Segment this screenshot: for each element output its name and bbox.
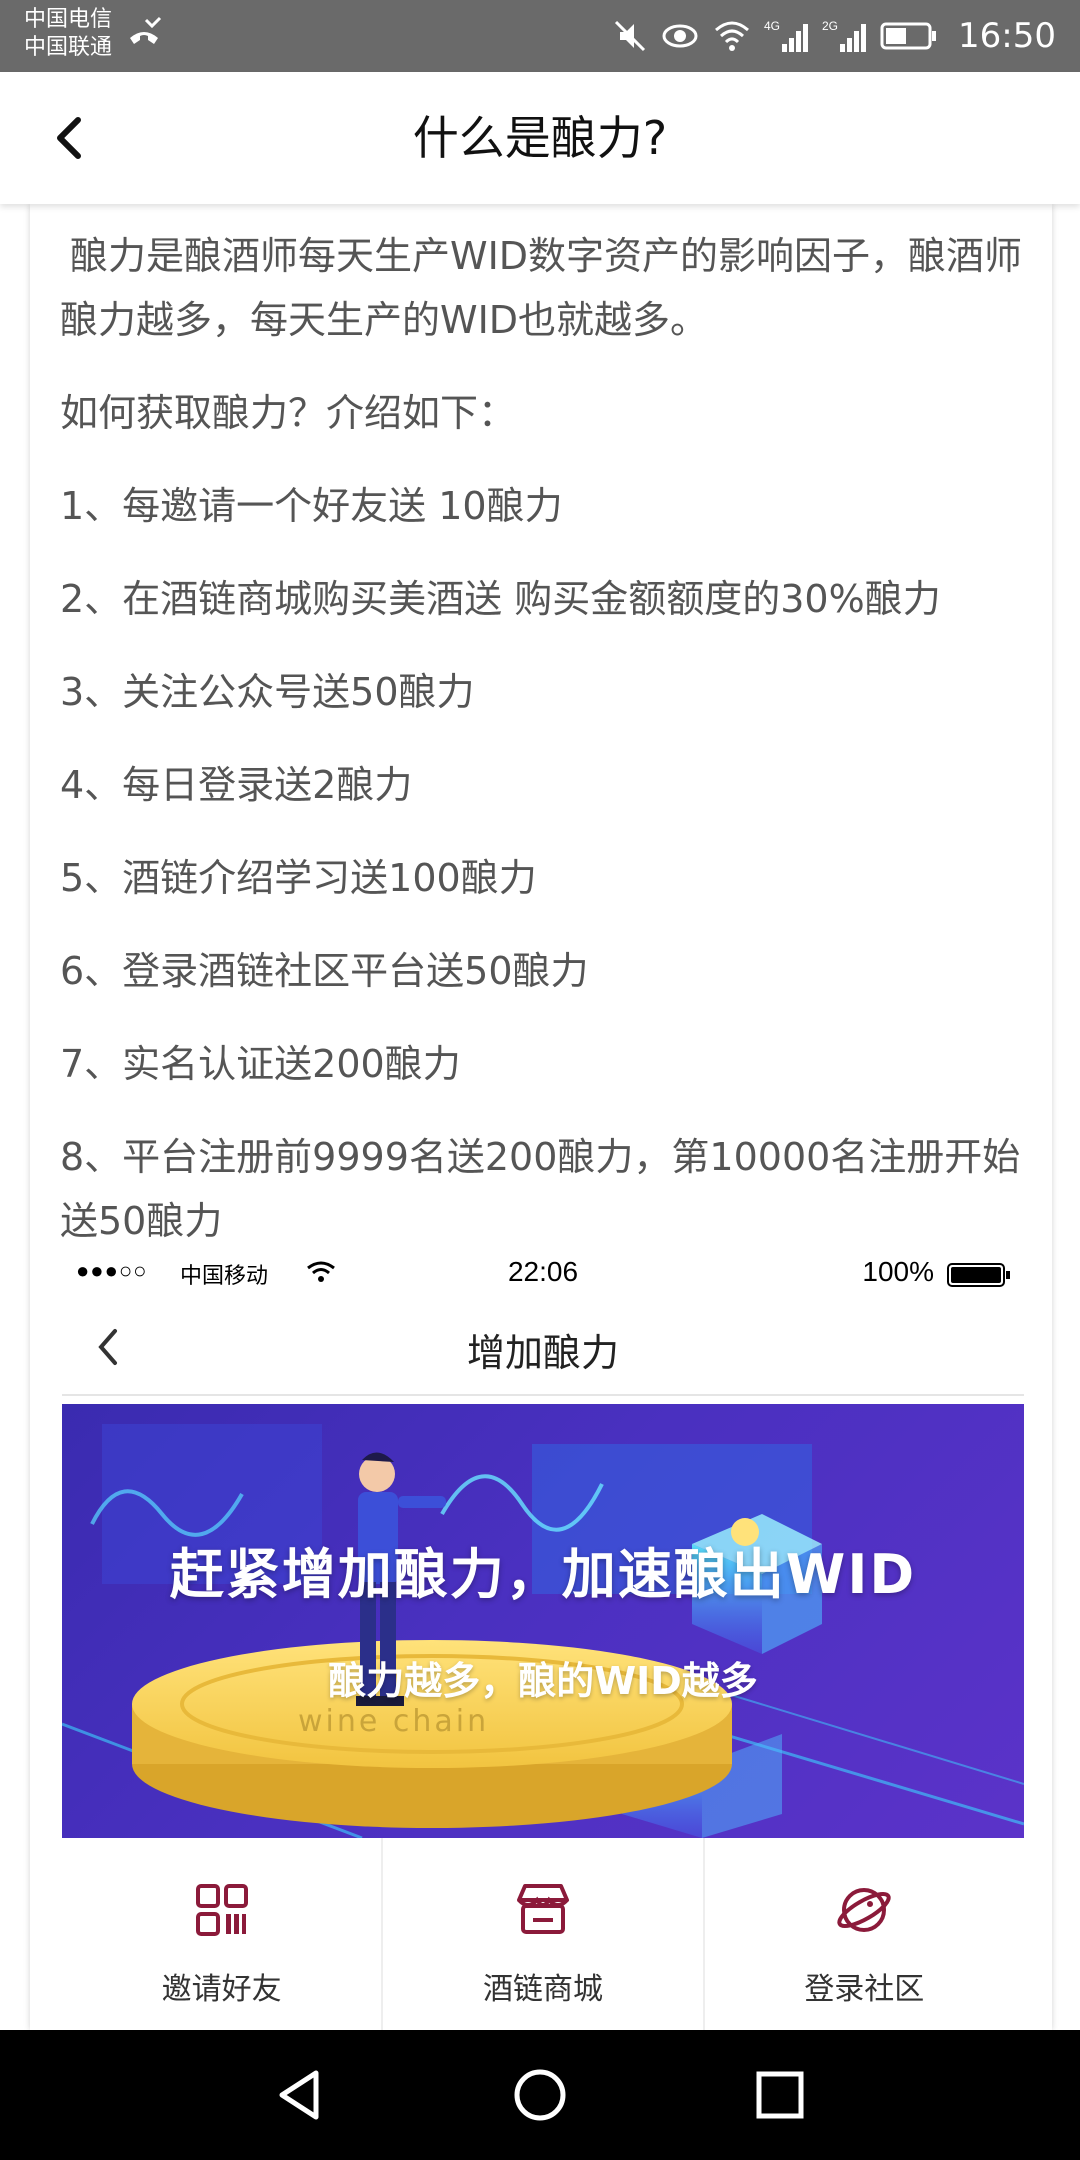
system-nav-bar — [0, 2030, 1080, 2160]
list-item: 4、每日登录送2酿力 — [60, 763, 413, 807]
banner-illustration — [62, 1424, 1024, 1838]
list-item: 3、关注公众号送50酿力 — [60, 670, 475, 714]
invite-friends-action: 邀请好友 — [62, 1838, 384, 2030]
banner-headline: 赶紧增加酿力，加速酿出WID — [169, 1543, 917, 1606]
wine-store-action: 酒链商城 — [383, 1838, 705, 2030]
wifi-icon — [715, 21, 750, 51]
nav-recents-button[interactable] — [740, 2055, 820, 2135]
svg-text:2G: 2G — [822, 19, 838, 33]
signal-4g-icon: 4G — [764, 19, 809, 52]
nav-back-button[interactable] — [260, 2055, 340, 2135]
mute-icon — [614, 20, 646, 52]
list-item: 5、酒链介绍学习送100酿力 — [60, 856, 537, 900]
call-status-icon — [130, 16, 162, 44]
status-bar: 中国电信 中国联通 4G 2G 16:50 — [0, 0, 1080, 72]
list-item: 7、实名认证送200酿力 — [60, 1042, 461, 1086]
content-card: 酿力是酿酒师每天生产WID数字资产的影响因子，酿酒师酿力越多，每天生产的WID也… — [30, 204, 1052, 2030]
list-item: 6、登录酒链社区平台送50酿力 — [60, 949, 589, 993]
article-question: 如何获取酿力？介绍如下： — [60, 391, 517, 435]
embedded-battery-percent: 100% — [862, 1256, 934, 1287]
article-intro: 酿力是酿酒师每天生产WID数字资产的影响因子，酿酒师酿力越多，每天生产的WID也… — [60, 234, 1023, 342]
community-action: 登录社区 — [705, 1838, 1024, 2030]
page-title: 什么是酿力? — [412, 111, 668, 165]
coin-logo-text: wine chain — [298, 1704, 490, 1739]
home-circle-icon — [514, 2069, 566, 2121]
banner-subline: 酿力越多，酿的WID越多 — [328, 1659, 758, 1703]
action-label: 登录社区 — [804, 1972, 925, 2007]
status-time: 16:50 — [958, 16, 1056, 56]
article: 酿力是酿酒师每天生产WID数字资产的影响因子，酿酒师酿力越多，每天生产的WID也… — [60, 224, 1040, 1282]
banner-image: 赶紧增加酿力，加速酿出WID 酿力越多，酿的WID越多 wine chain — [62, 1404, 1024, 1838]
embedded-screenshot: ●●●○○ 中国移动 22:06 100% 增加酿力 赶紧增加酿力，加速酿出WI… — [62, 1244, 1024, 2030]
list-item: 8、平台注册前9999名送200酿力，第10000名注册开始送50酿力 — [60, 1135, 1021, 1243]
action-label: 邀请好友 — [161, 1972, 282, 2007]
action-label: 酒链商城 — [482, 1972, 603, 2007]
svg-text:4G: 4G — [764, 19, 780, 33]
planet-icon — [837, 1888, 891, 1932]
embedded-title: 增加酿力 — [466, 1331, 619, 1375]
embedded-status-bar: ●●●○○ 中国移动 22:06 100% — [62, 1244, 1024, 1300]
app-header: 什么是酿力? — [0, 72, 1080, 204]
nav-home-button[interactable] — [500, 2055, 580, 2135]
carrier-2: 中国联通 — [24, 35, 113, 60]
carrier-info: 中国电信 中国联通 — [24, 6, 112, 62]
battery-icon — [947, 1263, 1010, 1287]
status-icons: 4G 2G 16:50 — [612, 0, 1056, 72]
signal-2g-icon: 2G — [822, 19, 867, 52]
qr-code-icon — [195, 1884, 248, 1936]
embedded-nav-bar: 增加酿力 — [62, 1300, 1024, 1396]
eye-comfort-icon — [662, 24, 698, 48]
list-item: 1、每邀请一个好友送 10酿力 — [60, 484, 563, 528]
back-triangle-icon — [279, 2070, 319, 2120]
recents-square-icon — [756, 2071, 804, 2119]
embedded-action-row: 邀请好友 酒链商城 登录社区 — [62, 1838, 1024, 2030]
carrier-1: 中国电信 — [24, 7, 113, 32]
list-item: 2、在酒链商城购买美酒送 购买金额额度的30%酿力 — [60, 577, 941, 621]
battery-icon — [880, 22, 937, 50]
store-icon — [516, 1884, 569, 1934]
